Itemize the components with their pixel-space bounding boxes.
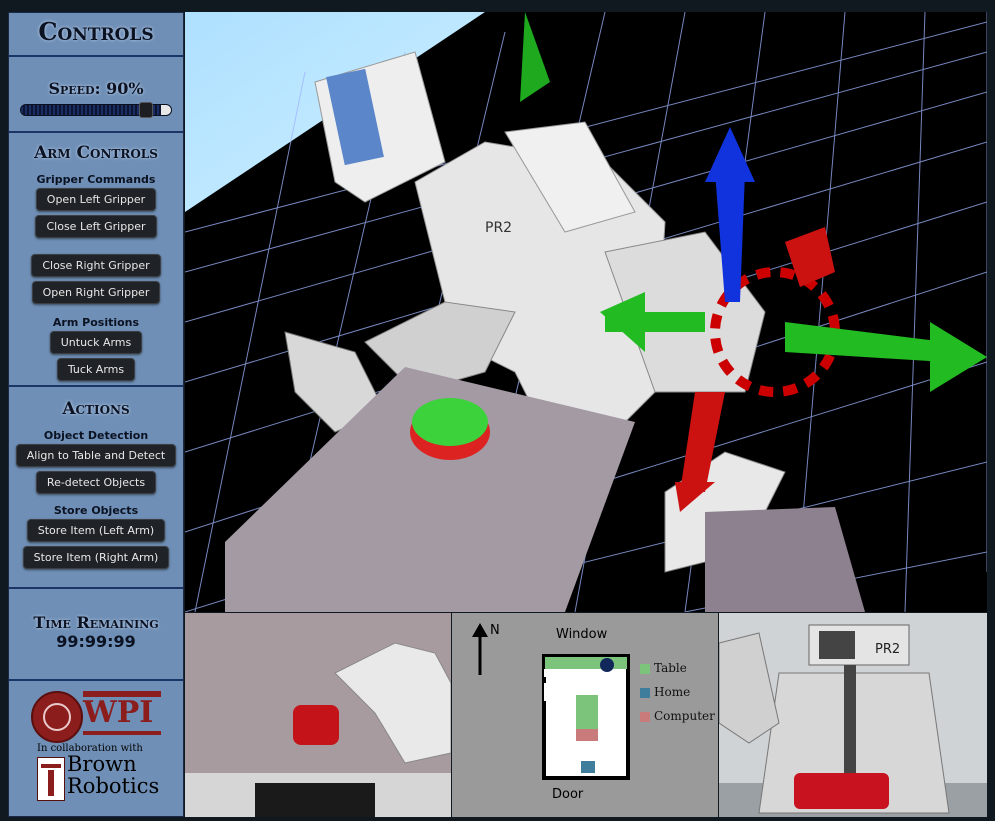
tuck-arms-button[interactable]: Tuck Arms (56, 358, 136, 381)
untuck-arms-button[interactable]: Untuck Arms (49, 331, 143, 354)
open-right-gripper-button[interactable]: Open Right Gripper (31, 281, 161, 304)
robotics-text: Robotics (67, 774, 160, 798)
gripper-commands-label: Gripper Commands (36, 173, 156, 186)
detected-object[interactable] (410, 398, 490, 460)
redetect-button[interactable]: Re-detect Objects (35, 471, 157, 494)
legend-computer: Computer (640, 709, 715, 723)
legend-table: Table (640, 661, 687, 675)
right-camera-sensor (819, 631, 855, 659)
speed-slider-remainder (161, 105, 171, 115)
map-zone-computer (576, 729, 598, 741)
wpi-logo-text: WPI (83, 695, 154, 730)
speed-panel: Speed: 90% (9, 57, 183, 133)
arm-controls-title: Arm Controls (34, 143, 158, 163)
legend-home-label: Home (654, 685, 691, 699)
logo-panel: WPI In collaboration with Brown Robotics (9, 681, 183, 815)
store-right-button[interactable]: Store Item (Right Arm) (22, 546, 170, 569)
3d-scene[interactable]: PR2 (185, 12, 987, 612)
left-camera-bowl (293, 705, 339, 745)
speed-slider[interactable] (20, 102, 172, 118)
marker-y-arrowhead[interactable] (930, 322, 987, 392)
computer-swatch (640, 711, 650, 722)
store-left-button[interactable]: Store Item (Left Arm) (26, 519, 166, 542)
actions-title: Actions (62, 399, 130, 419)
door-label: Door (552, 787, 584, 802)
robot-position-icon (600, 658, 614, 672)
map-zone-table (576, 695, 598, 729)
store-objects-label: Store Objects (53, 504, 139, 517)
object-detection-label: Object Detection (43, 429, 149, 442)
legend-computer-label: Computer (654, 709, 715, 723)
map-zone-table-top (545, 657, 627, 669)
actions-panel: Actions Object Detection Align to Table … (9, 387, 183, 589)
home-swatch (640, 687, 650, 698)
map-zone-home (581, 761, 595, 773)
time-panel: Time Remaining 99:99:99 (9, 589, 183, 681)
floor-pointcloud (705, 507, 865, 612)
right-camera-pr2-label: PR2 (875, 642, 900, 657)
controls-title: Controls (38, 17, 154, 46)
arm-positions-label: Arm Positions (52, 316, 140, 329)
marker-small-green-arrow[interactable] (520, 12, 550, 102)
open-left-gripper-button[interactable]: Open Left Gripper (35, 188, 157, 211)
wpi-bar-bottom (83, 731, 161, 735)
left-camera-image (185, 613, 451, 817)
table-swatch (640, 663, 650, 674)
marker-y-arrow[interactable] (785, 322, 945, 362)
camera-feed-left[interactable] (185, 613, 451, 817)
3d-viewer[interactable]: PR2 (185, 12, 987, 612)
arm-controls-panel: Arm Controls Gripper Commands Open Left … (9, 133, 183, 387)
north-arrowhead-icon (472, 623, 488, 637)
legend-table-label: Table (654, 661, 687, 675)
pr2-label: PR2 (485, 220, 512, 236)
close-right-gripper-button[interactable]: Close Right Gripper (31, 254, 161, 277)
time-value: 99:99:99 (56, 632, 136, 651)
marker-z-arrowhead[interactable] (705, 127, 755, 182)
room-map[interactable]: N Window Door Table Home Computer (452, 613, 718, 817)
speed-slider-handle[interactable] (139, 102, 153, 118)
right-camera-bowl (794, 773, 889, 809)
right-camera-image: PR2 (719, 613, 987, 817)
align-detect-button[interactable]: Align to Table and Detect (15, 444, 177, 467)
time-title: Time Remaining (33, 613, 159, 632)
wpi-seal-icon (31, 691, 83, 743)
controls-header: Controls (9, 13, 183, 57)
brown-text: Brown (67, 752, 137, 776)
control-sidebar: Controls Speed: 90% Arm Controls Gripper… (8, 12, 184, 817)
brown-shield-icon (37, 757, 65, 801)
north-label: N (490, 623, 500, 638)
speed-label: Speed: 90% (48, 79, 144, 98)
camera-feed-right[interactable]: PR2 (719, 613, 987, 817)
close-left-gripper-button[interactable]: Close Left Gripper (35, 215, 157, 238)
window-label: Window (556, 627, 608, 642)
legend-home: Home (640, 685, 690, 699)
